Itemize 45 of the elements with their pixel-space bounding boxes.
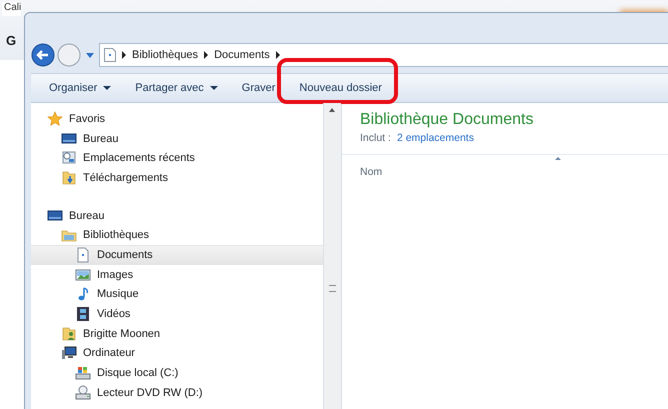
dvd-icon bbox=[75, 384, 91, 401]
document-icon bbox=[104, 48, 116, 62]
toolbar-button[interactable]: Organiser bbox=[37, 78, 124, 98]
back-button[interactable] bbox=[31, 43, 55, 67]
breadcrumb-arrow-icon[interactable] bbox=[276, 51, 280, 59]
downloads-icon bbox=[61, 170, 77, 186]
locations-link[interactable]: 2 emplacements bbox=[396, 132, 474, 144]
user-icon bbox=[61, 326, 77, 342]
navigation-item[interactable]: Bibliothèques bbox=[31, 225, 323, 246]
star-icon bbox=[47, 110, 63, 127]
navigation-item[interactable]: Emplacements récents bbox=[31, 148, 323, 168]
sort-arrow-icon[interactable] bbox=[555, 157, 561, 160]
recent-icon bbox=[61, 150, 77, 166]
breadcrumb[interactable]: Documents bbox=[214, 49, 270, 61]
breadcrumb-arrow-icon[interactable] bbox=[122, 51, 126, 59]
breadcrumb-arrow-icon[interactable] bbox=[204, 51, 208, 59]
navigation-item[interactable]: Documents bbox=[31, 245, 323, 265]
toolbar-button[interactable]: Graver bbox=[230, 78, 288, 98]
includes-label: Inclut : bbox=[360, 132, 391, 144]
videos-icon bbox=[75, 306, 91, 322]
navigation-item[interactable]: Disque local (C:) bbox=[31, 363, 323, 383]
navigation-item[interactable]: Images bbox=[31, 264, 323, 284]
toolbar-button[interactable]: Partager avec bbox=[123, 78, 230, 98]
disk-icon bbox=[75, 365, 91, 382]
navigation-item[interactable]: Bureau bbox=[31, 128, 323, 148]
font-field[interactable]: Cali bbox=[2, 2, 22, 16]
dropdown-icon[interactable] bbox=[86, 52, 94, 58]
navigation-item[interactable]: Musique bbox=[31, 284, 323, 304]
bold-key[interactable]: G bbox=[6, 33, 16, 48]
navigation-item[interactable]: Téléchargements bbox=[31, 168, 323, 188]
column-header[interactable]: Nom bbox=[360, 166, 382, 178]
navigation-item[interactable]: Lecteur DVD RW (D:) bbox=[31, 382, 323, 403]
document-icon bbox=[75, 247, 91, 264]
address-field[interactable]: Bibliothèques Documents bbox=[99, 43, 668, 67]
images-icon bbox=[75, 266, 91, 283]
navigation-item[interactable]: Favoris bbox=[31, 109, 323, 129]
navigation-item[interactable]: Brigitte Moonen bbox=[31, 324, 323, 344]
computer-icon bbox=[61, 345, 77, 362]
library-title: Bibliothèque Documents bbox=[360, 111, 534, 129]
navigation-item[interactable]: Ordinateur bbox=[31, 344, 323, 364]
scrollbar[interactable] bbox=[323, 103, 341, 409]
navigation-item[interactable]: Vidéos bbox=[31, 304, 323, 324]
toolbar-button[interactable]: Nouveau dossier bbox=[287, 78, 394, 98]
breadcrumb[interactable]: Bibliothèques bbox=[132, 49, 198, 61]
navigation-item[interactable]: Bureau bbox=[31, 206, 323, 226]
